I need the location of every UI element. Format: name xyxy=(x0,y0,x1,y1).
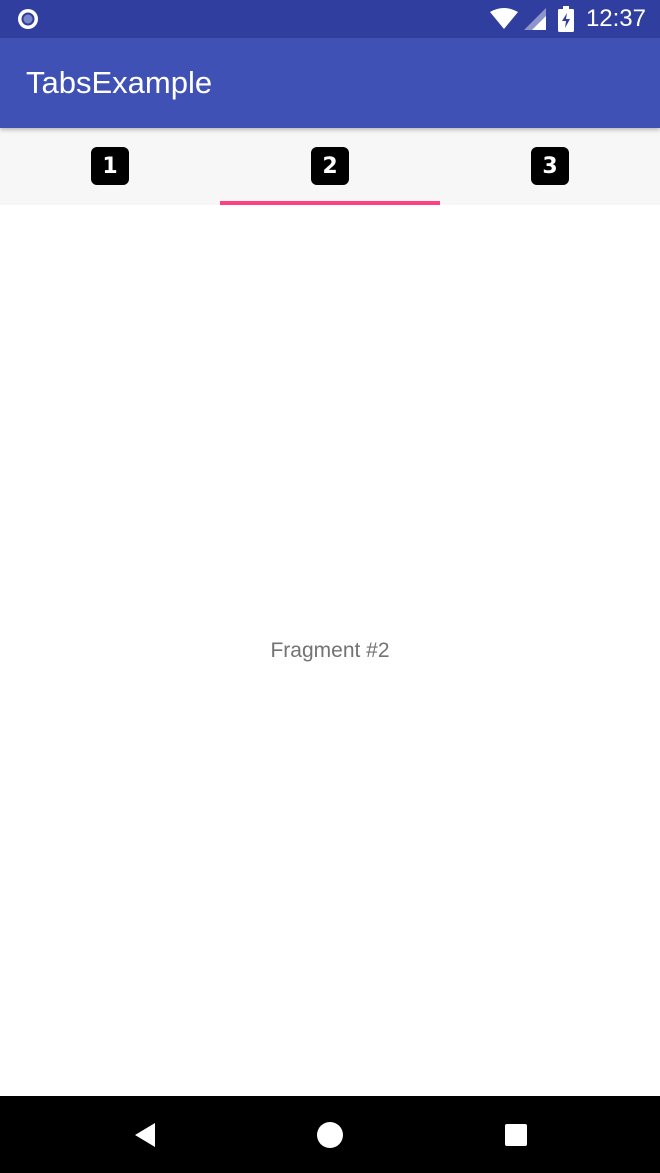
recents-square-icon xyxy=(505,1123,527,1146)
app-title: TabsExample xyxy=(26,65,213,100)
tab-1-badge: 1 xyxy=(91,147,129,185)
cell-signal-icon xyxy=(523,8,546,30)
tab-bar: 1 2 3 xyxy=(0,128,660,205)
status-icons: 12:37 xyxy=(484,0,646,38)
status-time: 12:37 xyxy=(585,5,646,32)
tab-1[interactable]: 1 xyxy=(0,128,220,205)
tab-2[interactable]: 2 xyxy=(220,128,440,205)
home-circle-icon xyxy=(317,1121,343,1148)
battery-charging-icon xyxy=(557,6,574,32)
wifi-icon xyxy=(489,8,518,29)
app-bar: TabsExample xyxy=(0,38,660,128)
status-bar: 12:37 xyxy=(0,0,660,38)
home-button[interactable] xyxy=(290,1096,370,1173)
back-triangle-icon xyxy=(135,1122,155,1147)
tab-selected-indicator xyxy=(220,201,440,205)
navigation-bar xyxy=(0,1096,660,1173)
fragment-label: Fragment #2 xyxy=(270,639,390,662)
tab-2-badge: 2 xyxy=(311,147,349,185)
tab-3-badge: 3 xyxy=(531,147,569,185)
recents-button[interactable] xyxy=(476,1096,556,1173)
tab-3[interactable]: 3 xyxy=(440,128,660,205)
circle-notification-icon xyxy=(18,9,38,29)
fragment-content: Fragment #2 xyxy=(0,205,660,1096)
back-button[interactable] xyxy=(105,1096,185,1173)
